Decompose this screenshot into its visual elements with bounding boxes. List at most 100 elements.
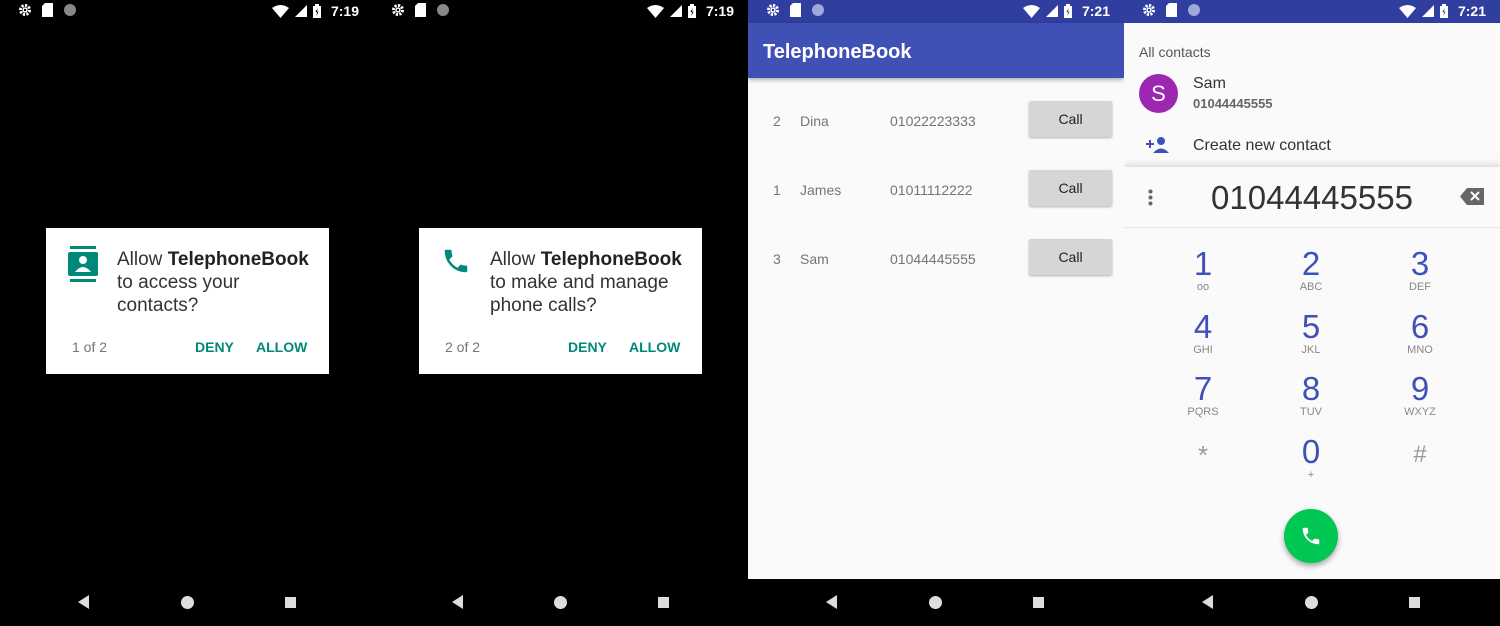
dial-key-1[interactable]: 1 oo (1163, 247, 1243, 303)
dialed-number[interactable]: 01044445555 (1124, 179, 1500, 217)
screen-telephonebook-app: 7:21 TelephoneBook 2 Dina 01022223333 Ca… (748, 0, 1124, 626)
screen-dialer: 7:21 All contacts S Sam 01044445555 Crea… (1124, 0, 1500, 626)
contact-name: James (800, 182, 842, 198)
settings-icon (392, 4, 404, 16)
all-contacts-header: All contacts (1139, 44, 1211, 60)
signal-icon (294, 5, 307, 17)
contact-row: 1 James 01011112222 Call (748, 170, 1124, 210)
back-icon[interactable] (1202, 595, 1213, 609)
navigation-bar (1124, 579, 1500, 626)
recents-icon[interactable] (1033, 597, 1044, 608)
home-icon[interactable] (929, 596, 942, 609)
phone-icon (444, 249, 468, 273)
call-button[interactable]: Call (1029, 101, 1112, 137)
dial-key-8[interactable]: 8 TUV (1271, 372, 1351, 428)
navigation-bar (0, 579, 373, 626)
key-digit: 4 (1193, 308, 1213, 345)
key-digit: 1 (1193, 245, 1213, 282)
dial-key-9[interactable]: 9 WXYZ (1380, 372, 1460, 428)
status-time: 7:21 (1457, 3, 1486, 19)
wifi-icon (1022, 4, 1040, 18)
dial-key-4[interactable]: 4 GHI (1163, 310, 1243, 366)
status-time: 7:19 (330, 3, 359, 19)
call-button[interactable]: Call (1029, 170, 1112, 206)
contact-number: 01011112222 (890, 182, 973, 198)
dial-key-6[interactable]: 6 MNO (1380, 310, 1460, 366)
dialog-message: Allow TelephoneBook to access your conta… (117, 248, 322, 317)
key-letters: DEF (1409, 281, 1431, 293)
wifi-icon (1398, 4, 1416, 18)
status-bar: 7:21 (748, 0, 1124, 23)
voicemail-icon: oo (1196, 281, 1210, 293)
key-letters: TUV (1300, 406, 1322, 418)
dial-key-2[interactable]: 2 ABC (1271, 247, 1351, 303)
dialog-line3: contacts? (117, 295, 199, 316)
battery-icon (1439, 4, 1448, 18)
signal-icon (1421, 5, 1434, 17)
contact-number: 01044445555 (890, 251, 976, 267)
dialog-prefix: Allow (490, 249, 541, 270)
key-digit: 3 (1410, 245, 1430, 282)
dial-key-0[interactable]: 0 + (1271, 435, 1351, 491)
key-letters: JKL (1301, 344, 1321, 356)
battery-icon (687, 4, 696, 18)
key-letters: WXYZ (1404, 406, 1436, 418)
recents-icon[interactable] (1409, 597, 1420, 608)
sd-card-icon (790, 3, 801, 17)
recents-icon[interactable] (658, 597, 669, 608)
wifi-icon (646, 4, 664, 18)
battery-icon (1063, 4, 1072, 18)
key-letters: GHI (1193, 344, 1213, 356)
settings-icon (19, 4, 31, 16)
app-title: TelephoneBook (763, 41, 912, 63)
key-digit: 5 (1301, 308, 1321, 345)
dial-key-3[interactable]: 3 DEF (1380, 247, 1460, 303)
key-letters: ABC (1299, 281, 1323, 293)
backspace-icon[interactable] (1460, 188, 1484, 205)
create-new-contact[interactable]: Create new contact (1193, 137, 1331, 155)
key-letters: PQRS (1187, 406, 1219, 418)
back-icon[interactable] (78, 595, 89, 609)
signal-icon (1045, 5, 1058, 17)
back-icon[interactable] (826, 595, 837, 609)
deny-button[interactable]: DENY (195, 339, 234, 355)
back-icon[interactable] (452, 595, 463, 609)
home-icon[interactable] (1305, 596, 1318, 609)
home-icon[interactable] (554, 596, 567, 609)
status-time: 7:21 (1081, 3, 1110, 19)
screen-phone-permission: 7:19 Allow TelephoneBook to make and man… (373, 0, 748, 626)
settings-icon (1143, 4, 1155, 16)
home-icon[interactable] (181, 596, 194, 609)
allow-button[interactable]: ALLOW (629, 339, 680, 355)
key-digit: * (1197, 440, 1209, 470)
contact-number[interactable]: 01044445555 (1193, 96, 1273, 111)
status-bar: 7:21 (1124, 0, 1500, 23)
call-button[interactable]: Call (1029, 239, 1112, 275)
allow-button[interactable]: ALLOW (256, 339, 307, 355)
dial-key-5[interactable]: 5 JKL (1271, 310, 1351, 366)
dial-key-hash[interactable]: # (1380, 438, 1460, 494)
dialog-prefix: Allow (117, 249, 168, 270)
deny-button[interactable]: DENY (568, 339, 607, 355)
settings-icon (767, 4, 779, 16)
app-bar: TelephoneBook (748, 23, 1124, 78)
recents-icon[interactable] (285, 597, 296, 608)
dial-key-7[interactable]: 7 PQRS (1163, 372, 1243, 428)
contact-index: 3 (773, 251, 781, 267)
screen-contacts-permission: 7:19 Allow TelephoneBook to access your … (0, 0, 373, 626)
wifi-icon (271, 4, 289, 18)
permission-dialog: Allow TelephoneBook to access your conta… (46, 228, 329, 374)
dialpad: 01044445555 1 oo 2 ABC 3 DEF 4 GHI 5 JKL… (1124, 167, 1500, 579)
sync-icon (437, 4, 449, 16)
dialog-line2: to access your (117, 272, 240, 293)
dial-key-star[interactable]: * (1163, 438, 1243, 494)
status-bar: 7:19 (0, 0, 373, 23)
contact-name[interactable]: Sam (1193, 75, 1226, 93)
call-fab-button[interactable] (1284, 509, 1338, 563)
key-digit: 0 (1301, 433, 1321, 470)
key-digit: 7 (1193, 370, 1213, 407)
dialog-line2: to make and manage (490, 272, 669, 293)
key-digit: # (1413, 441, 1427, 468)
key-digit: 2 (1301, 245, 1321, 282)
dialog-counter: 2 of 2 (445, 339, 481, 355)
